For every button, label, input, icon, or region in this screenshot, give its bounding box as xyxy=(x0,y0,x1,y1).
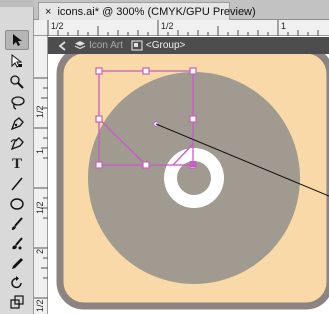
panel-grip[interactable] xyxy=(0,0,34,7)
rotate-icon[interactable] xyxy=(5,273,29,293)
ruler-label: 1/2 xyxy=(35,201,45,214)
horizontal-ruler[interactable]: 1/2 1/2 1 xyxy=(34,20,329,36)
ruler-label: 1/2 xyxy=(161,21,174,31)
ruler-label: 1/2 xyxy=(35,105,45,118)
type-tool-icon[interactable]: T xyxy=(5,154,29,174)
artboard-canvas[interactable] xyxy=(48,36,329,314)
document-tab-bar: × icons.ai* @ 300% (CMYK/GPU Preview) xyxy=(34,0,329,20)
curvature-icon[interactable] xyxy=(5,134,29,154)
ruler-label: 1/2 xyxy=(35,299,45,312)
ruler-label: 2 xyxy=(35,248,45,254)
isolation-mode-bar: Icon Art <Group> xyxy=(48,37,329,54)
group-name[interactable]: <Group> xyxy=(146,40,185,51)
pencil-icon[interactable] xyxy=(5,254,29,274)
document-tab-title: icons.ai* @ 300% (CMYK/GPU Preview) xyxy=(57,5,256,18)
magic-wand-icon[interactable] xyxy=(5,72,29,92)
line-tool-icon[interactable] xyxy=(5,174,29,194)
blob-brush-icon[interactable] xyxy=(5,234,29,254)
tools-panel: T xyxy=(0,0,34,314)
anchor-point[interactable] xyxy=(190,161,196,167)
ruler-label: 1 xyxy=(35,148,45,154)
layer-name[interactable]: Icon Art xyxy=(89,40,123,51)
group-icon xyxy=(131,40,143,51)
icon-artwork xyxy=(56,46,329,310)
close-tab-icon[interactable]: × xyxy=(45,6,51,18)
ellipse-tool-icon[interactable] xyxy=(5,194,29,214)
ruler-label: 1/2 xyxy=(51,21,64,31)
back-arrow-icon[interactable] xyxy=(58,40,68,51)
pen-icon[interactable] xyxy=(5,114,29,134)
vertical-ruler-ticks xyxy=(34,77,48,299)
selection-tool-icon[interactable] xyxy=(5,30,29,50)
scale-icon[interactable] xyxy=(5,292,29,312)
direct-selection-tool-icon[interactable] xyxy=(5,51,29,71)
vertical-ruler[interactable]: 1/2 1 1/2 2 1/2 xyxy=(34,36,48,314)
lasso-icon[interactable] xyxy=(5,93,29,113)
paintbrush-icon[interactable] xyxy=(5,214,29,234)
layers-icon xyxy=(74,40,86,51)
document-tab[interactable]: × icons.ai* @ 300% (CMYK/GPU Preview) xyxy=(38,2,256,20)
ruler-label: 1 xyxy=(281,21,287,31)
